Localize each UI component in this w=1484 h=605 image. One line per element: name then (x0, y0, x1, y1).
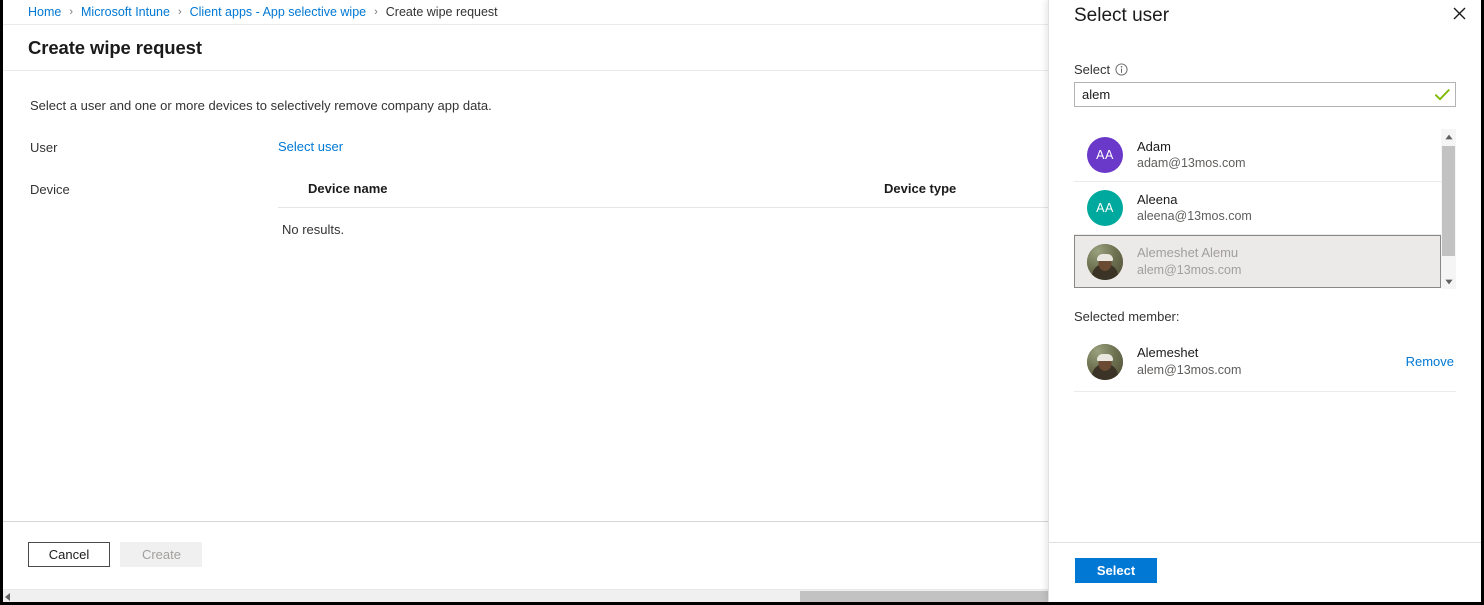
blade-body: Select a user and one or more devices to… (3, 72, 1048, 521)
avatar-photo-cap (1097, 353, 1113, 361)
device-table-area: Device name Device type No results. (278, 181, 1048, 237)
page-title: Create wipe request (28, 36, 202, 58)
blade-footer: Cancel Create (3, 521, 1048, 588)
select-button[interactable]: Select (1075, 558, 1157, 583)
select-field-label-row: Select (1074, 62, 1456, 77)
cancel-button[interactable]: Cancel (28, 542, 110, 567)
list-item-text: Aleena aleena@13mos.com (1137, 191, 1252, 225)
avatar: AA (1087, 190, 1123, 226)
panel-header: Select user (1049, 0, 1481, 42)
list-item[interactable]: AA Aleena aleena@13mos.com (1074, 182, 1441, 235)
avatar-photo (1087, 343, 1123, 380)
blade-title-bar: Create wipe request (3, 25, 1048, 71)
select-field-label: Select (1074, 62, 1111, 77)
avatar: AA (1087, 137, 1123, 173)
device-table: Device name Device type No results. (278, 181, 1048, 237)
results-vertical-scrollbar[interactable] (1441, 129, 1456, 289)
breadcrumb-separator-icon: › (177, 5, 182, 18)
list-item-text: Adam adam@13mos.com (1137, 138, 1246, 172)
avatar-photo (1087, 243, 1123, 280)
selected-member-email: alem@13mos.com (1137, 362, 1242, 377)
user-field-label: User (30, 140, 58, 155)
selected-member-row: Alemeshet alem@13mos.com Remove (1074, 332, 1456, 392)
scroll-left-arrow-icon[interactable] (5, 593, 10, 601)
scroll-down-arrow-icon[interactable] (1441, 274, 1456, 289)
user-field-row: User Select user (3, 139, 1048, 155)
avatar-initials: AA (1096, 148, 1114, 162)
horizontal-scrollbar-thumb[interactable] (800, 591, 1048, 602)
selected-member-label: Selected member: (1074, 309, 1180, 324)
panel-title: Select user (1074, 5, 1170, 26)
panel-footer: Select (1049, 542, 1481, 602)
breadcrumb-item-client-apps[interactable]: Client apps - App selective wipe (190, 5, 366, 19)
user-email: adam@13mos.com (1137, 156, 1246, 171)
user-email: alem@13mos.com (1137, 262, 1242, 277)
panel-body: Select alem AA Adam adam@13mos.com AA Al… (1049, 48, 1481, 542)
valid-check-icon (1429, 83, 1455, 106)
create-wipe-request-blade: Home › Microsoft Intune › Client apps - … (3, 0, 1048, 600)
selected-member-name: Alemeshet (1137, 345, 1199, 361)
user-results-container: AA Adam adam@13mos.com AA Aleena aleena@… (1074, 129, 1456, 289)
device-field-label: Device (30, 182, 70, 197)
avatar-initials: AA (1096, 201, 1114, 215)
scroll-up-arrow-icon[interactable] (1441, 129, 1456, 144)
list-item[interactable]: AA Adam adam@13mos.com (1074, 129, 1441, 182)
breadcrumb-item-microsoft-intune[interactable]: Microsoft Intune (81, 5, 170, 19)
user-email: aleena@13mos.com (1137, 209, 1252, 224)
remove-member-link[interactable]: Remove (1406, 354, 1456, 369)
info-icon[interactable] (1115, 63, 1128, 76)
avatar-photo-cap (1097, 253, 1113, 261)
selected-member-text: Alemeshet alem@13mos.com (1137, 344, 1406, 378)
device-field-row: Device Device name Device type No result… (3, 181, 1048, 237)
list-item-selected[interactable]: Alemeshet Alemu alem@13mos.com (1074, 235, 1441, 288)
breadcrumb: Home › Microsoft Intune › Client apps - … (3, 0, 1048, 25)
close-icon[interactable] (1445, 0, 1473, 26)
user-name: Adam (1137, 138, 1171, 154)
select-user-link[interactable]: Select user (278, 139, 343, 154)
horizontal-scrollbar[interactable] (3, 589, 1048, 602)
create-button[interactable]: Create (120, 542, 203, 567)
user-search-field[interactable] (1074, 82, 1456, 107)
breadcrumb-item-current: Create wipe request (385, 5, 498, 19)
device-table-empty-message: No results. (282, 222, 345, 237)
select-user-panel: Select user Select alem AA Adam adam@13m… (1048, 0, 1481, 602)
breadcrumb-separator-icon: › (374, 5, 378, 18)
user-name: Alemeshet Alemu (1137, 245, 1239, 261)
list-item-text: Alemeshet Alemu alem@13mos.com (1137, 244, 1241, 278)
column-header-device-name[interactable]: Device name (308, 181, 884, 196)
user-results-list: AA Adam adam@13mos.com AA Aleena aleena@… (1074, 129, 1441, 289)
column-header-device-type[interactable]: Device type (884, 181, 1048, 196)
vertical-scrollbar-thumb[interactable] (1442, 146, 1455, 256)
search-input[interactable] (1075, 83, 1429, 106)
instructions-text: Select a user and one or more devices to… (30, 98, 492, 113)
breadcrumb-item-home[interactable]: Home (28, 5, 61, 19)
user-name: Aleena (1137, 191, 1178, 207)
breadcrumb-separator-icon: › (69, 5, 74, 18)
app-root: Home › Microsoft Intune › Client apps - … (0, 0, 1484, 605)
device-table-header: Device name Device type (278, 181, 1048, 208)
